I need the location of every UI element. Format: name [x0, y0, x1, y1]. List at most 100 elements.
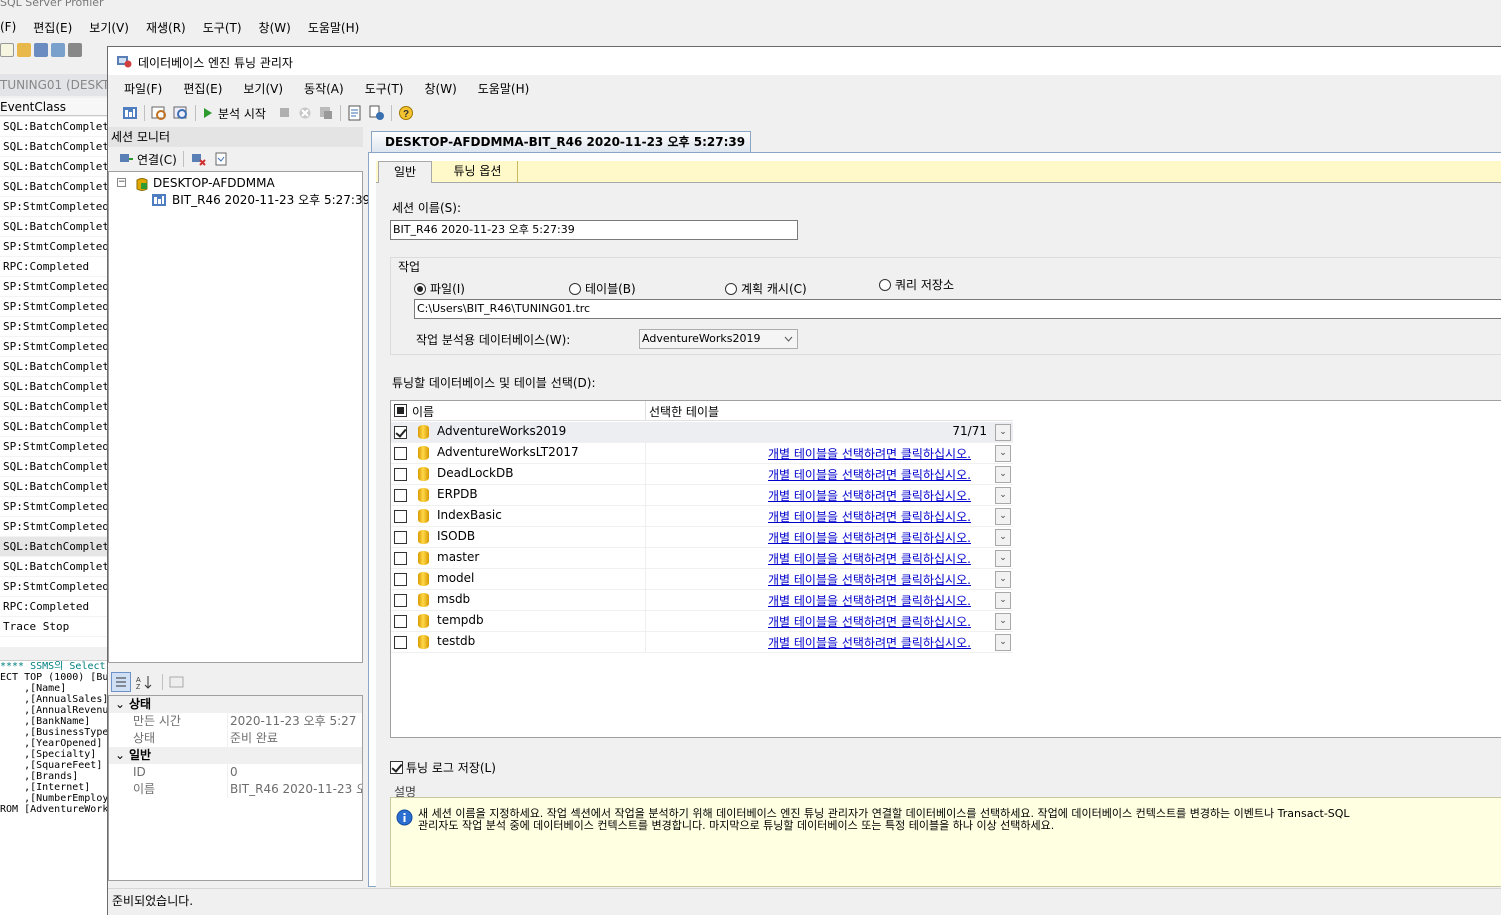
- tables-dropdown-button[interactable]: ⌄: [995, 571, 1011, 588]
- trace-event-row[interactable]: SQL:BatchCompleted: [0, 557, 107, 577]
- trace-event-row[interactable]: SQL:BatchCompleted: [0, 537, 107, 557]
- workload-radio-query-store[interactable]: [879, 279, 891, 291]
- database-row[interactable]: ERPDB 개별 테이블을 선택하려면 클릭하십시오. ⌄: [391, 485, 1013, 506]
- chevron-down-icon[interactable]: ⌄: [115, 747, 129, 764]
- workload-radio-file[interactable]: [414, 283, 426, 295]
- column-header-tables[interactable]: 선택한 테이블: [649, 403, 719, 420]
- profiler-menu-item[interactable]: 도움말(H): [308, 19, 360, 36]
- database-row[interactable]: IndexBasic 개별 테이블을 선택하려면 클릭하십시오. ⌄: [391, 506, 1013, 527]
- trace-event-row[interactable]: SQL:BatchCompleted: [0, 357, 107, 377]
- selected-tables-count[interactable]: 71/71: [952, 424, 987, 438]
- connect-icon[interactable]: [118, 151, 134, 167]
- dta-menu-item[interactable]: 도구(T): [365, 80, 404, 97]
- trace-event-row[interactable]: Trace Stop: [0, 617, 107, 637]
- trace-event-row[interactable]: SP:StmtCompleted: [0, 497, 107, 517]
- connect-button[interactable]: 연결(C): [137, 151, 177, 168]
- database-checkbox[interactable]: [394, 552, 407, 565]
- trace-event-row[interactable]: SQL:BatchCompleted: [0, 377, 107, 397]
- dta-menu-item[interactable]: 파일(F): [124, 80, 162, 97]
- tables-dropdown-button[interactable]: ⌄: [995, 613, 1011, 630]
- database-row[interactable]: model 개별 테이블을 선택하려면 클릭하십시오. ⌄: [391, 569, 1013, 590]
- tables-dropdown-button[interactable]: ⌄: [995, 550, 1011, 567]
- disconnect-icon[interactable]: [190, 151, 206, 167]
- start-analysis-button[interactable]: 분석 시작: [218, 105, 266, 122]
- tables-dropdown-button[interactable]: ⌄: [995, 529, 1011, 546]
- select-tables-link[interactable]: 개별 테이블을 선택하려면 클릭하십시오.: [768, 634, 971, 651]
- database-row[interactable]: master 개별 테이블을 선택하려면 클릭하십시오. ⌄: [391, 548, 1013, 569]
- trace-event-row[interactable]: SQL:BatchCompleted: [0, 477, 107, 497]
- trace-event-row[interactable]: SQL:BatchCompleted: [0, 137, 107, 157]
- new-session-icon[interactable]: [151, 105, 167, 121]
- dta-menu-item[interactable]: 편집(E): [183, 80, 222, 97]
- dta-titlebar[interactable]: 데이터베이스 엔진 튜닝 관리자: [108, 47, 1501, 75]
- open-icon[interactable]: [17, 43, 31, 57]
- tables-dropdown-button[interactable]: ⌄: [995, 424, 1011, 441]
- property-row[interactable]: 이름 BIT_R46 2020-11-23 오후 5:27:39: [109, 781, 362, 798]
- dta-menu-item[interactable]: 동작(A): [304, 80, 344, 97]
- start-analysis-icon[interactable]: [202, 106, 214, 120]
- profiler-menu-item[interactable]: 편집(E): [33, 19, 72, 36]
- tab-general[interactable]: 일반: [378, 161, 432, 184]
- stop-icon[interactable]: [278, 106, 292, 120]
- save-recommendations-icon[interactable]: [318, 105, 334, 121]
- chevron-down-icon[interactable]: ⌄: [115, 696, 129, 713]
- dta-menu-item[interactable]: 창(W): [424, 80, 456, 97]
- server-node[interactable]: DESKTOP-AFDDMMA: [153, 176, 275, 190]
- database-checkbox[interactable]: [394, 510, 407, 523]
- find-icon[interactable]: [68, 43, 82, 57]
- workload-radio-plan-cache[interactable]: [725, 283, 737, 295]
- tables-dropdown-button[interactable]: ⌄: [995, 634, 1011, 651]
- select-tables-link[interactable]: 개별 테이블을 선택하려면 클릭하십시오.: [768, 508, 971, 525]
- database-checkbox[interactable]: [394, 594, 407, 607]
- select-tables-link[interactable]: 개별 테이블을 선택하려면 클릭하십시오.: [768, 487, 971, 504]
- profiler-trace-tab[interactable]: TUNING01 (DESKTO: [0, 74, 107, 96]
- select-tables-link[interactable]: 개별 테이블을 선택하려면 클릭하십시오.: [768, 445, 971, 462]
- workload-option-file[interactable]: 파일(I): [414, 280, 465, 297]
- trace-event-row[interactable]: SQL:BatchCompleted: [0, 397, 107, 417]
- trace-event-row[interactable]: SP:StmtCompleted: [0, 317, 107, 337]
- export-icon[interactable]: [347, 105, 363, 121]
- trace-event-row[interactable]: SQL:BatchCompleted: [0, 157, 107, 177]
- database-row[interactable]: ISODB 개별 테이블을 선택하려면 클릭하십시오. ⌄: [391, 527, 1013, 548]
- trace-event-row[interactable]: SP:StmtCompleted: [0, 237, 107, 257]
- profiler-menu-item[interactable]: 보기(V): [89, 19, 129, 36]
- properties-icon[interactable]: [51, 43, 65, 57]
- workload-option-query-store[interactable]: 쿼리 저장소: [879, 276, 954, 293]
- database-row[interactable]: AdventureWorksLT2017 개별 테이블을 선택하려면 클릭하십시오…: [391, 443, 1013, 464]
- db-for-analysis-dropdown[interactable]: AdventureWorks2019: [639, 329, 798, 349]
- save-log-checkbox[interactable]: [390, 761, 403, 774]
- tables-dropdown-button[interactable]: ⌄: [995, 466, 1011, 483]
- workload-option-plan-cache[interactable]: 계획 캐시(C): [725, 280, 807, 297]
- property-category[interactable]: ⌄ 일반: [109, 747, 362, 764]
- database-checkbox[interactable]: [394, 615, 407, 628]
- clone-session-icon[interactable]: [173, 105, 189, 121]
- database-checkbox[interactable]: [394, 573, 407, 586]
- database-checkbox[interactable]: [394, 531, 407, 544]
- database-row[interactable]: AdventureWorks2019 71/71 ⌄: [391, 422, 1013, 443]
- database-checkbox[interactable]: [394, 426, 407, 439]
- column-header-name[interactable]: 이름: [412, 403, 434, 420]
- select-tables-link[interactable]: 개별 테이블을 선택하려면 클릭하십시오.: [768, 550, 971, 567]
- tables-dropdown-button[interactable]: ⌄: [995, 592, 1011, 609]
- dta-menu-item[interactable]: 보기(V): [243, 80, 283, 97]
- tables-dropdown-button[interactable]: ⌄: [995, 445, 1011, 462]
- collapse-toggle-icon[interactable]: −: [117, 178, 126, 187]
- select-tables-link[interactable]: 개별 테이블을 선택하려면 클릭하십시오.: [768, 466, 971, 483]
- select-tables-link[interactable]: 개별 테이블을 선택하려면 클릭하십시오.: [768, 613, 971, 630]
- session-document-tab[interactable]: DESKTOP-AFDDMMA-BIT_R46 2020-11-23 오후 5:…: [371, 131, 751, 153]
- tables-dropdown-button[interactable]: ⌄: [995, 487, 1011, 504]
- help-icon[interactable]: ?: [398, 105, 414, 121]
- profiler-menu-item[interactable]: 창(W): [259, 19, 291, 36]
- trace-event-row[interactable]: SP:StmtCompleted: [0, 577, 107, 597]
- workload-option-table[interactable]: 테이블(B): [569, 280, 636, 297]
- new-trace-icon[interactable]: [0, 43, 14, 57]
- profiler-menu-item[interactable]: (F): [0, 20, 16, 34]
- select-all-checkbox[interactable]: [394, 404, 407, 417]
- trace-event-row[interactable]: SP:StmtCompleted: [0, 197, 107, 217]
- dta-menu-item[interactable]: 도움말(H): [478, 80, 530, 97]
- trace-event-row[interactable]: SQL:BatchCompleted: [0, 417, 107, 437]
- trace-event-row[interactable]: SQL:BatchCompleted: [0, 457, 107, 477]
- profiler-menu-item[interactable]: 도구(T): [203, 19, 242, 36]
- refresh-icon[interactable]: [214, 152, 228, 166]
- database-checkbox[interactable]: [394, 636, 407, 649]
